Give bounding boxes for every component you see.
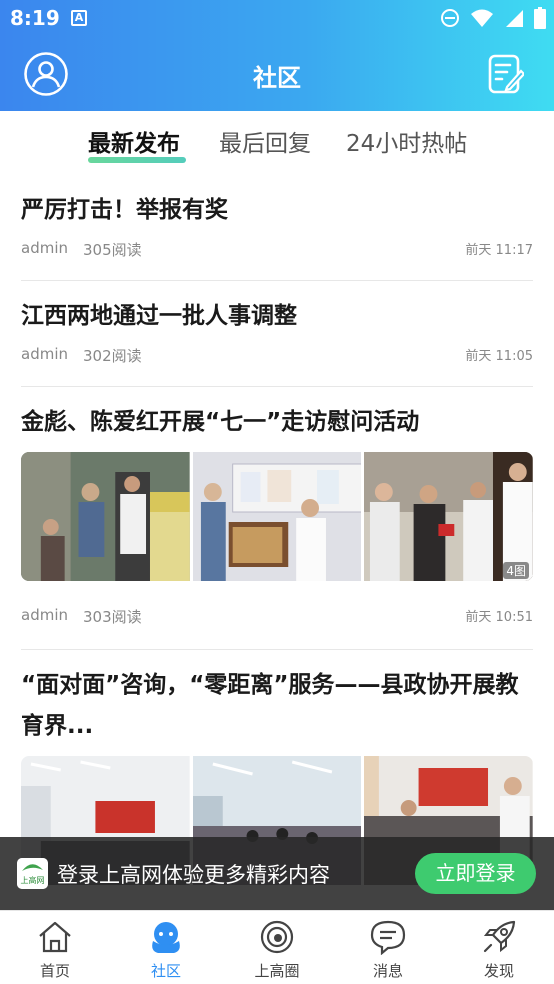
nav-community[interactable]: 社区 <box>126 911 206 984</box>
message-icon <box>370 920 406 955</box>
divider <box>21 386 533 387</box>
nav-label: 发现 <box>483 962 514 980</box>
compose-post-icon[interactable] <box>488 54 524 94</box>
image-count-badge: 4图 <box>503 562 530 579</box>
post-author: admin <box>21 239 68 257</box>
nav-home[interactable]: 首页 <box>15 911 95 984</box>
post-time: 前天 11:05 <box>465 349 533 364</box>
tab-24h-hot[interactable]: 24小时热帖 <box>346 124 467 158</box>
post-title[interactable]: “面对面”咨询，“零距离”服务——县政协开展教育界... <box>21 665 533 747</box>
post-title[interactable]: 金彪、陈爱红开展“七一”走访慰问活动 <box>21 403 533 441</box>
post-image[interactable] <box>21 452 190 581</box>
nav-messages[interactable]: 消息 <box>348 911 428 984</box>
nav-label: 首页 <box>39 962 70 980</box>
tab-latest[interactable]: 最新发布 <box>88 124 180 158</box>
nav-label: 消息 <box>372 962 403 980</box>
status-bar: 8:19 A <box>0 0 554 36</box>
nav-circle[interactable]: 上高圈 <box>237 911 317 984</box>
shanggao-logo: 上高网 <box>17 858 48 889</box>
signal-icon <box>506 10 523 27</box>
post-title[interactable]: 江西两地通过一批人事调整 <box>21 297 533 335</box>
post-image[interactable] <box>192 452 362 581</box>
login-banner: 上高网 登录上高网体验更多精彩内容 立即登录 <box>0 837 554 910</box>
post-item[interactable]: 金彪、陈爱红开展“七一”走访慰问活动 4图 admin 303阅读 前天 10:… <box>21 403 533 628</box>
bottom-nav: 首页 社区 上高圈 消息 发现 <box>0 910 554 984</box>
rocket-icon <box>483 920 516 953</box>
tab-last-reply[interactable]: 最后回复 <box>219 124 311 158</box>
login-prompt-text: 登录上高网体验更多精彩内容 <box>57 863 330 887</box>
post-author: admin <box>21 606 68 624</box>
post-reads: 305阅读 <box>83 241 142 259</box>
status-time: 8:19 <box>10 6 60 30</box>
post-meta: admin 302阅读 前天 11:05 <box>21 345 533 367</box>
notification-a-icon: A <box>71 10 87 26</box>
dnd-icon <box>441 9 459 27</box>
post-image[interactable]: 4图 <box>364 452 533 581</box>
home-icon <box>39 921 71 953</box>
nav-label: 上高圈 <box>254 962 300 980</box>
header: 8:19 A 社区 <box>0 0 554 111</box>
post-title[interactable]: 严厉打击！举报有奖 <box>21 191 533 229</box>
wifi-icon <box>471 9 493 27</box>
page-title: 社区 <box>253 64 301 92</box>
divider <box>21 280 533 281</box>
svg-text:上高网: 上高网 <box>21 875 45 885</box>
login-button[interactable]: 立即登录 <box>415 853 536 894</box>
community-icon <box>152 922 180 953</box>
nav-label: 社区 <box>150 962 181 980</box>
tab-bar: 最新发布 最后回复 24小时热帖 <box>0 124 554 170</box>
battery-icon <box>534 7 546 29</box>
post-reads: 303阅读 <box>83 608 142 626</box>
post-reads: 302阅读 <box>83 347 142 365</box>
post-meta: admin 303阅读 前天 10:51 <box>21 606 533 628</box>
divider <box>21 649 533 650</box>
nav-discover[interactable]: 发现 <box>459 911 539 984</box>
post-image-row[interactable]: 4图 <box>21 452 533 581</box>
nav-row: 社区 <box>0 36 554 111</box>
post-author: admin <box>21 345 68 363</box>
circle-icon <box>260 920 294 954</box>
post-time: 前天 11:17 <box>465 243 533 258</box>
post-meta: admin 305阅读 前天 11:17 <box>21 239 533 261</box>
post-time: 前天 10:51 <box>465 610 533 625</box>
post-item[interactable]: 江西两地通过一批人事调整 admin 302阅读 前天 11:05 <box>21 297 533 367</box>
post-item[interactable]: 严厉打击！举报有奖 admin 305阅读 前天 11:17 <box>21 191 533 261</box>
